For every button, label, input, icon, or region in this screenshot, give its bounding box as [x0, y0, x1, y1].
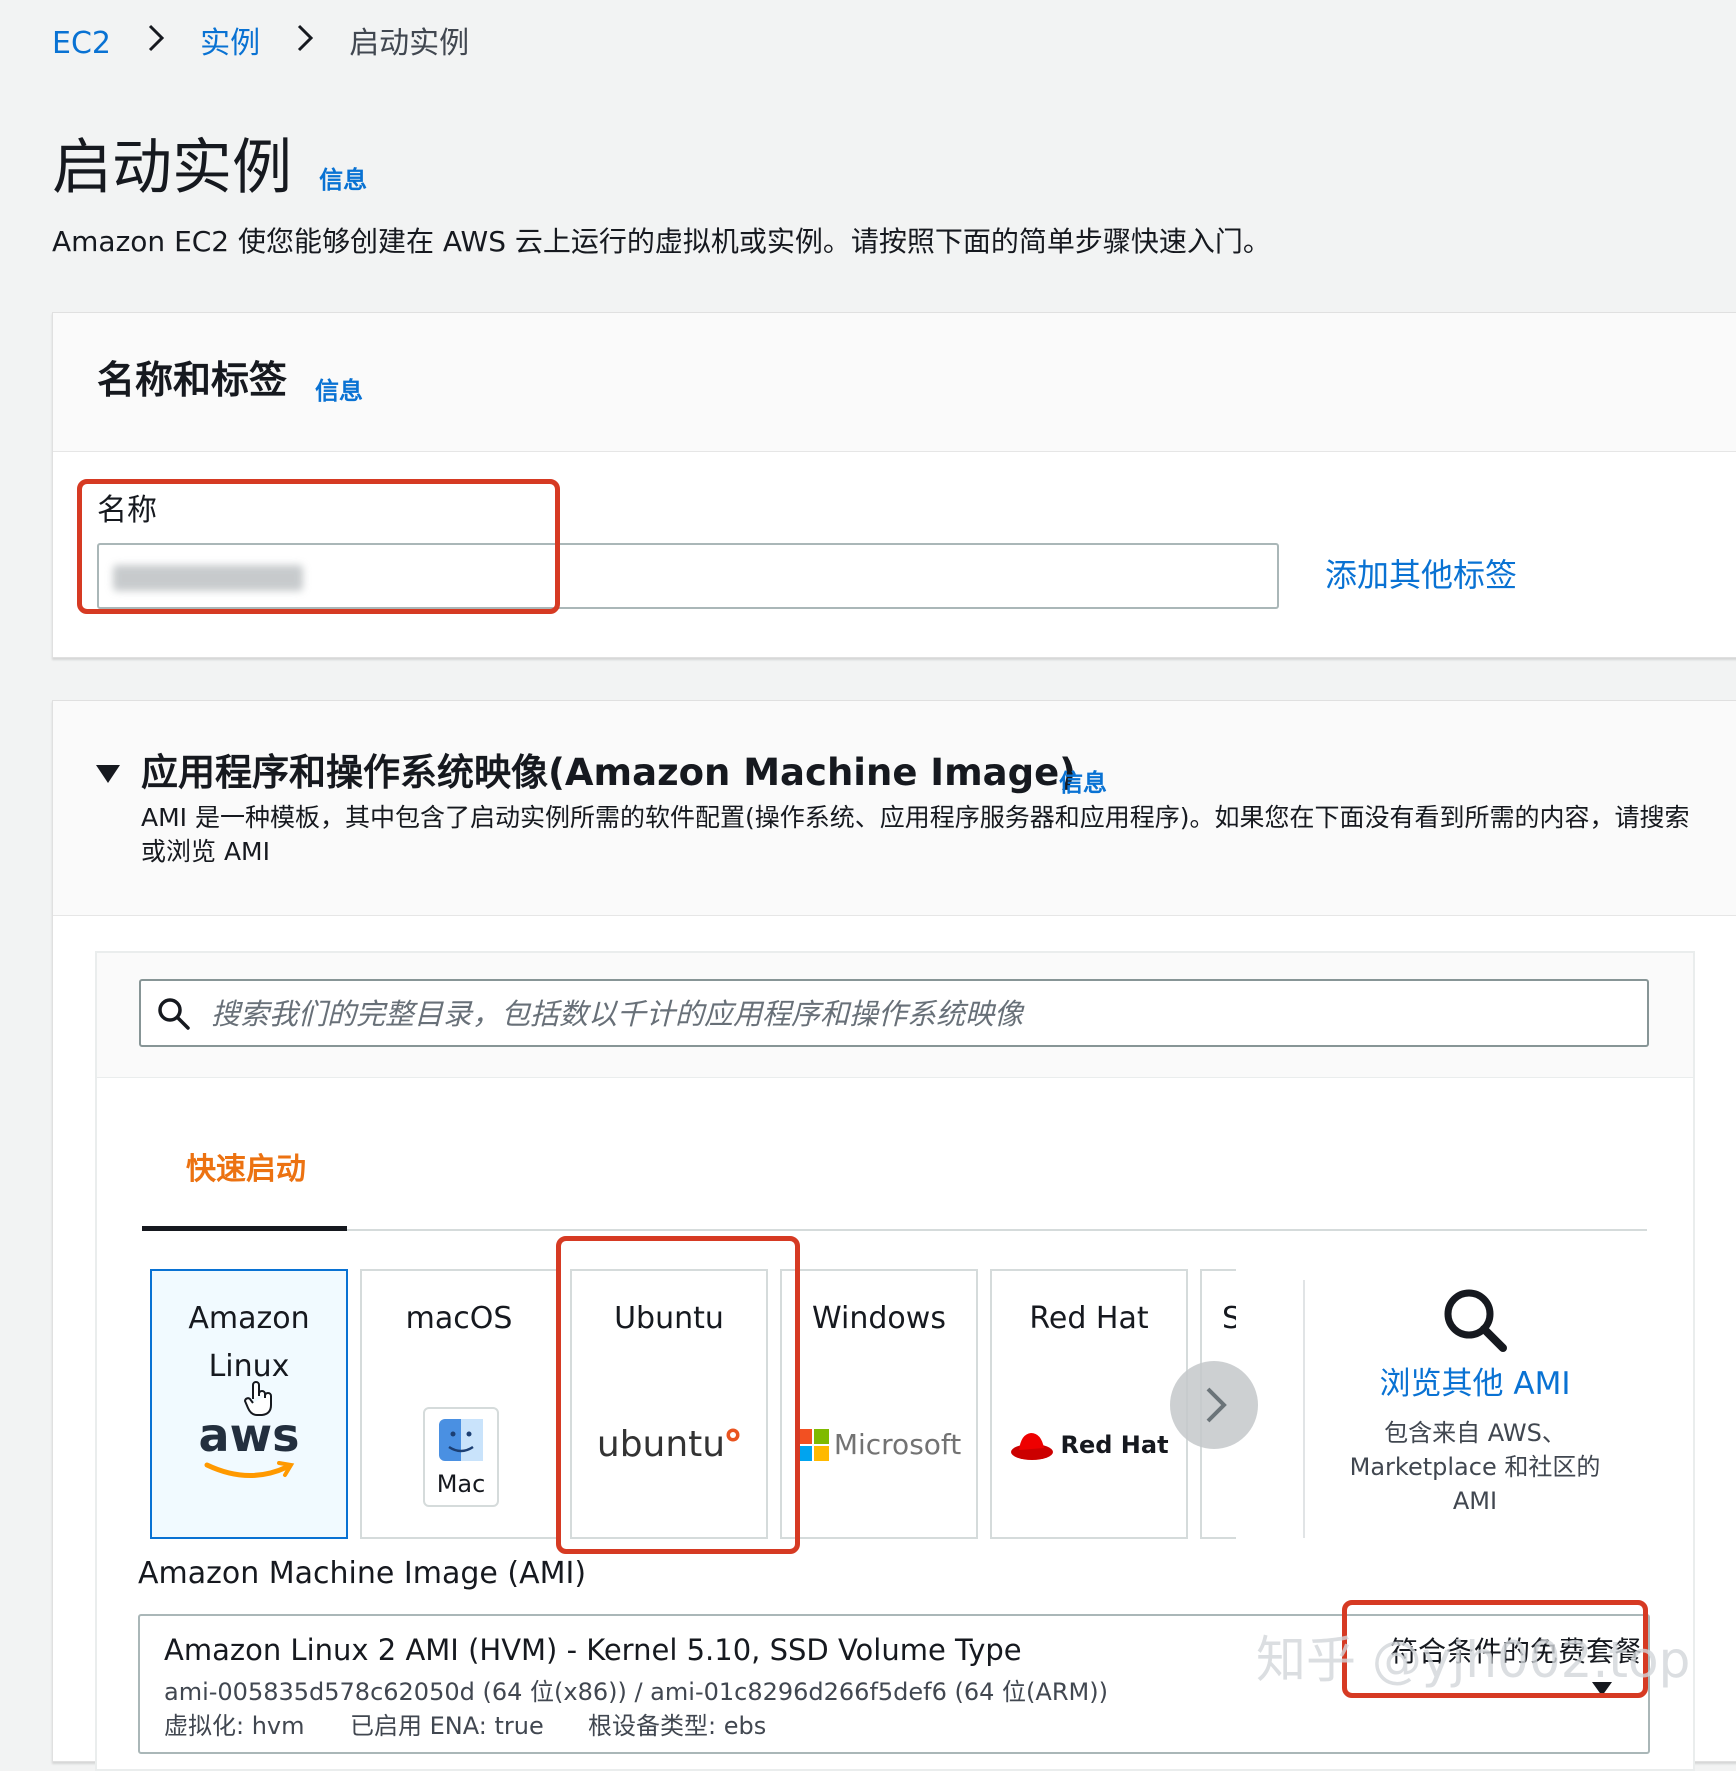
name-tags-title: 名称和标签 — [97, 358, 288, 402]
cards-divider — [1303, 1280, 1305, 1538]
os-card-amazon-linux[interactable]: Amazon Linux aws — [150, 1269, 348, 1539]
os-card-title: Windows — [812, 1301, 946, 1336]
add-tags-link[interactable]: 添加其他标签 — [1325, 553, 1517, 597]
breadcrumb-instances-link[interactable]: 实例 — [200, 26, 260, 61]
ami-ena: 已启用 ENA: true — [350, 1712, 544, 1740]
finder-icon — [439, 1419, 483, 1461]
ami-select-label: Amazon Machine Image (AMI) — [138, 1556, 587, 1591]
aws-smile-icon — [204, 1461, 295, 1478]
search-icon — [1444, 1289, 1507, 1352]
os-card-title: Red Hat — [1029, 1301, 1149, 1336]
tab-quick-start[interactable]: 快速启动 — [186, 1150, 306, 1190]
ami-selected-ids: ami-005835d578c62050d (64 位(x86)) / ami-… — [164, 1678, 1108, 1706]
search-icon — [157, 997, 191, 1035]
os-card-title: S — [1222, 1295, 1236, 1343]
os-card-macos[interactable]: macOS Mac — [360, 1269, 558, 1539]
breadcrumb: EC2 实例 启动实例 — [52, 22, 469, 66]
browse-ami-desc-3: AMI — [1452, 1487, 1498, 1515]
name-tags-info-link[interactable]: 信息 — [315, 371, 363, 406]
browse-ami-desc-1: 包含来自 AWS、 — [1384, 1419, 1566, 1447]
ami-virtualization: 虚拟化: hvm — [164, 1712, 305, 1740]
redhat-hat-icon — [1011, 1433, 1054, 1460]
ami-search-placeholder: 搜索我们的完整目录，包括数以千计的应用程序和操作系统映像 — [211, 997, 1024, 1031]
ami-root-device: 根设备类型: ebs — [588, 1712, 767, 1740]
ami-header: 应用程序和操作系统映像(Amazon Machine Image) 信息 AMI… — [53, 701, 1736, 916]
page-description: Amazon EC2 使您能够创建在 AWS 云上运行的虚拟机或实例。请按照下面… — [52, 225, 1271, 258]
breadcrumb-ec2-link[interactable]: EC2 — [52, 26, 111, 61]
os-card-windows[interactable]: Windows Microsoft — [780, 1269, 978, 1539]
page-title: 启动实例 — [52, 133, 292, 203]
tab-divider — [347, 1229, 1647, 1231]
chevron-right-icon — [296, 22, 314, 66]
page-info-link[interactable]: 信息 — [319, 166, 367, 194]
page-title-row: 启动实例 信息 — [52, 128, 367, 208]
breadcrumb-current: 启动实例 — [349, 26, 470, 61]
microsoft-squares-icon — [796, 1429, 829, 1461]
chevron-right-icon — [1206, 1387, 1227, 1423]
tab-active-underline — [142, 1226, 347, 1231]
mac-logo: Mac — [423, 1407, 499, 1507]
browse-ami-desc-2: Marketplace 和社区的 — [1349, 1453, 1601, 1481]
name-highlight-box — [77, 479, 560, 614]
os-card-redhat[interactable]: Red Hat Red Hat — [990, 1269, 1188, 1539]
os-card-title: macOS — [405, 1301, 513, 1336]
browse-ami-link[interactable]: 浏览其他 AMI — [1320, 1362, 1630, 1406]
ami-search-box[interactable]: 搜索我们的完整目录，包括数以千计的应用程序和操作系统映像 — [139, 979, 1649, 1047]
ubuntu-highlight-box — [556, 1236, 800, 1554]
aws-logo: aws — [152, 1411, 346, 1481]
browse-ami-block[interactable]: 浏览其他 AMI 包含来自 AWS、 Marketplace 和社区的 AMI — [1320, 1280, 1630, 1540]
watermark: 知乎 @yjh002.top — [1256, 1631, 1691, 1689]
chevron-right-icon — [147, 22, 165, 66]
name-tags-header: 名称和标签 信息 — [53, 313, 1736, 452]
ami-search-area: 搜索我们的完整目录，包括数以千计的应用程序和操作系统映像 — [97, 953, 1693, 1078]
redhat-logo: Red Hat — [992, 1421, 1186, 1469]
ami-info-link[interactable]: 信息 — [1059, 763, 1107, 798]
os-card-title: Amazon Linux — [188, 1301, 310, 1384]
collapse-caret-icon[interactable] — [95, 763, 121, 789]
ami-selected-name: Amazon Linux 2 AMI (HVM) - Kernel 5.10, … — [164, 1633, 1022, 1667]
ami-title: 应用程序和操作系统映像(Amazon Machine Image) — [141, 751, 1077, 794]
carousel-next-button[interactable] — [1170, 1361, 1258, 1449]
microsoft-logo: Microsoft — [782, 1421, 976, 1469]
ami-description: AMI 是一种模板，其中包含了启动实例所需的软件配置(操作系统、应用程序服务器和… — [141, 803, 1690, 866]
